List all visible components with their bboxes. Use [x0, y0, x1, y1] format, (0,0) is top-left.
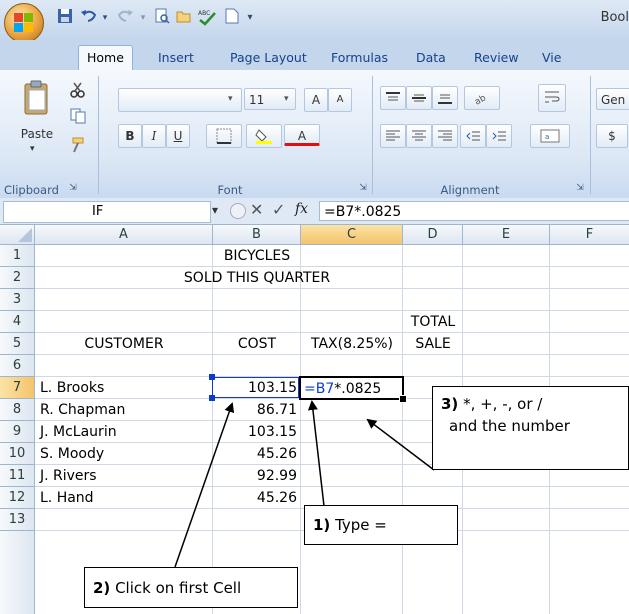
callout-step-1: 1) Type =: [304, 505, 458, 545]
callout-step-2-text: Click on first Cell: [110, 579, 242, 597]
callout-step-3-line2: and the number: [449, 417, 570, 435]
callout-step-2: 2) Click on first Cell: [84, 567, 298, 608]
callout-step-1-text: Type =: [330, 516, 387, 534]
callout-step-1-number: 1): [313, 516, 331, 534]
callout-step-3: 3) *, +, -, or / and the number: [432, 386, 629, 470]
callout-step-2-number: 2): [93, 579, 111, 597]
callout-step-3-number: 3): [441, 395, 459, 413]
callout-step-3-line1: *, +, -, or /: [458, 395, 543, 413]
